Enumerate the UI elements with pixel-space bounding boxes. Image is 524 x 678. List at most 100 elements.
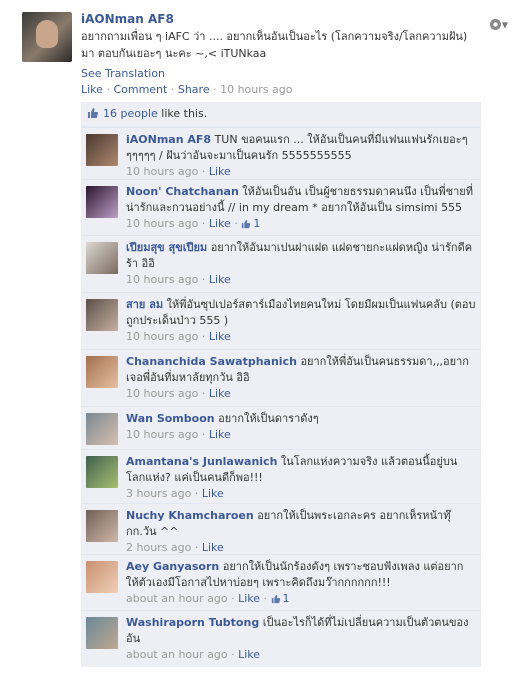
comment-meta: about an hour ago · Like · 1 xyxy=(126,591,476,607)
commenter-name[interactable]: Washiraporn Tubtong xyxy=(126,616,259,629)
commenter-avatar[interactable] xyxy=(86,299,118,331)
comments-area: 16 people like this. iAONman AF8 TUN ขอค… xyxy=(81,102,481,667)
commenter-avatar[interactable] xyxy=(86,617,118,649)
likers-link[interactable]: 16 people xyxy=(103,107,158,120)
separator: · xyxy=(201,273,206,286)
commenter-name[interactable]: Noon' Chatchanan xyxy=(126,185,239,198)
comment-text: ให้พี่อันซุปเปอร์สตาร์เมืองไทยคนใหม่ โดย… xyxy=(126,298,476,327)
comment-meta: about an hour ago · Like xyxy=(126,647,476,663)
comment-meta: 10 hours ago · Like xyxy=(126,386,476,402)
comment-timestamp[interactable]: 10 hours ago xyxy=(126,428,198,441)
comment-timestamp[interactable]: 10 hours ago xyxy=(126,387,198,400)
commenter-avatar[interactable] xyxy=(86,186,118,218)
post-actions: Like · Comment · Share · 10 hours ago xyxy=(81,83,292,96)
thumbs-up-icon xyxy=(271,594,280,604)
comment-meta: 3 hours ago · Like xyxy=(126,486,476,502)
comment-like-link[interactable]: Like xyxy=(202,541,224,554)
comment-item: Washiraporn Tubtong เป็นอะไรก็ได้ที่ไม่เ… xyxy=(81,610,481,667)
separator: · xyxy=(234,217,238,230)
comment-timestamp[interactable]: 10 hours ago xyxy=(126,273,198,286)
comment-like-link[interactable]: Like xyxy=(238,648,260,661)
comment-like-link[interactable]: Like xyxy=(209,330,231,343)
globe-gear-icon xyxy=(489,19,501,30)
post-body: iAONman AF8 อยากถามเพื่อน ๆ iAFC ว่า ...… xyxy=(81,12,481,80)
comment-timestamp[interactable]: 10 hours ago xyxy=(126,217,198,230)
comment-like-count[interactable]: 1 xyxy=(271,592,290,605)
commenter-name[interactable]: iAONman AF8 xyxy=(126,133,211,146)
comment-item: Chananchida Sawatphanich อยากให้พี่อันเป… xyxy=(81,349,481,406)
separator: · xyxy=(263,592,268,605)
comment-like-link[interactable]: Like xyxy=(209,217,231,230)
separator: · xyxy=(201,387,206,400)
comment-list: iAONman AF8 TUN ขอคนแรก ... ให้อันเป็นคน… xyxy=(81,127,481,667)
comment-like-link[interactable]: Like xyxy=(209,428,231,441)
commenter-avatar[interactable] xyxy=(86,510,118,542)
story-options-button[interactable]: ▼ xyxy=(489,17,508,33)
comment-timestamp[interactable]: about an hour ago xyxy=(126,592,228,605)
comment-content: เปียมสุข สุขเปียม อยากให้อันมาเปนฝาแฝด แ… xyxy=(126,240,476,288)
post-author[interactable]: iAONman AF8 xyxy=(81,12,481,26)
comment-content: Amantana's Junlawanich ในโลกแห่งความจริง… xyxy=(126,454,476,502)
separator: · xyxy=(231,592,235,605)
comment-link[interactable]: Comment xyxy=(113,83,167,96)
author-avatar[interactable] xyxy=(22,12,72,62)
commenter-avatar[interactable] xyxy=(86,356,118,388)
post-text: อยากถามเพื่อน ๆ iAFC ว่า .... อยากเห็นอั… xyxy=(81,30,468,60)
comment-content: Chananchida Sawatphanich อยากให้พี่อันเป… xyxy=(126,354,476,402)
post-timestamp[interactable]: 10 hours ago xyxy=(220,83,292,96)
commenter-name[interactable]: Wan Somboon xyxy=(126,412,215,425)
comment-like-link[interactable]: Like xyxy=(209,165,231,178)
comment-content: Nuchy Khamcharoen อยากให้เป็นพระเอกละคร … xyxy=(126,508,476,556)
comment-timestamp[interactable]: about an hour ago xyxy=(126,648,228,661)
share-link[interactable]: Share xyxy=(178,83,210,96)
commenter-avatar[interactable] xyxy=(86,413,118,445)
commenter-avatar[interactable] xyxy=(86,456,118,488)
commenter-name[interactable]: เปียมสุข สุขเปียม xyxy=(126,241,207,254)
comment-item: Aey Ganyasorn อยากให้เป็นนักร้องดังๆ เพร… xyxy=(81,554,481,610)
commenter-name[interactable]: Amantana's Junlawanich xyxy=(126,455,277,468)
separator: · xyxy=(170,83,175,96)
comment-item: Nuchy Khamcharoen อยากให้เป็นพระเอกละคร … xyxy=(81,503,481,554)
commenter-avatar[interactable] xyxy=(86,134,118,166)
comment-meta: 10 hours ago · Like xyxy=(126,272,476,288)
comment-content: iAONman AF8 TUN ขอคนแรก ... ให้อันเป็นคน… xyxy=(126,132,476,180)
comment-item: iAONman AF8 TUN ขอคนแรก ... ให้อันเป็นคน… xyxy=(81,127,481,179)
comment-content: Washiraporn Tubtong เป็นอะไรก็ได้ที่ไม่เ… xyxy=(126,615,476,663)
comment-like-link[interactable]: Like xyxy=(202,487,224,500)
comment-item: Wan Somboon อยากให้เป็นดาราดังๆ 10 hours … xyxy=(81,406,481,449)
commenter-name[interactable]: Chananchida Sawatphanich xyxy=(126,355,297,368)
comment-text: อยากให้เป็นดาราดังๆ xyxy=(218,412,319,425)
separator: · xyxy=(201,330,206,343)
comment-item: Amantana's Junlawanich ในโลกแห่งความจริง… xyxy=(81,449,481,503)
likes-summary: 16 people like this. xyxy=(81,102,481,127)
like-link[interactable]: Like xyxy=(81,83,103,96)
commenter-avatar[interactable] xyxy=(86,242,118,274)
comment-timestamp[interactable]: 3 hours ago xyxy=(126,487,191,500)
thumbs-up-icon xyxy=(88,108,98,118)
likes-suffix: like this. xyxy=(157,107,208,120)
comment-like-link[interactable]: Like xyxy=(209,273,231,286)
comment-content: สาย ลม ให้พี่อันซุปเปอร์สตาร์เมืองไทยคนใ… xyxy=(126,297,476,345)
commenter-name[interactable]: Nuchy Khamcharoen xyxy=(126,509,254,522)
comment-like-link[interactable]: Like xyxy=(209,387,231,400)
commenter-name[interactable]: Aey Ganyasorn xyxy=(126,560,219,573)
comment-timestamp[interactable]: 2 hours ago xyxy=(126,541,191,554)
separator: · xyxy=(213,83,217,96)
separator: · xyxy=(231,648,235,661)
comment-meta: 10 hours ago · Like · 1 xyxy=(126,216,476,232)
see-translation-link[interactable]: See Translation xyxy=(81,67,481,80)
separator: · xyxy=(194,487,199,500)
thumbs-up-icon xyxy=(242,219,251,229)
comment-like-number: 1 xyxy=(253,217,261,230)
comment-like-count[interactable]: 1 xyxy=(241,217,260,230)
commenter-avatar[interactable] xyxy=(86,561,118,593)
separator: · xyxy=(201,428,206,441)
comment-item: เปียมสุข สุขเปียม อยากให้อันมาเปนฝาแฝด แ… xyxy=(81,235,481,292)
comment-timestamp[interactable]: 10 hours ago xyxy=(126,330,198,343)
commenter-name[interactable]: สาย ลม xyxy=(126,298,163,311)
comment-meta: 10 hours ago · Like xyxy=(126,329,476,345)
comment-item: Noon' Chatchanan ให้อันเป็นอัน เป็นผู้ชา… xyxy=(81,179,481,235)
comment-content: Noon' Chatchanan ให้อันเป็นอัน เป็นผู้ชา… xyxy=(126,184,476,232)
comment-timestamp[interactable]: 10 hours ago xyxy=(126,165,198,178)
comment-like-link[interactable]: Like xyxy=(238,592,260,605)
